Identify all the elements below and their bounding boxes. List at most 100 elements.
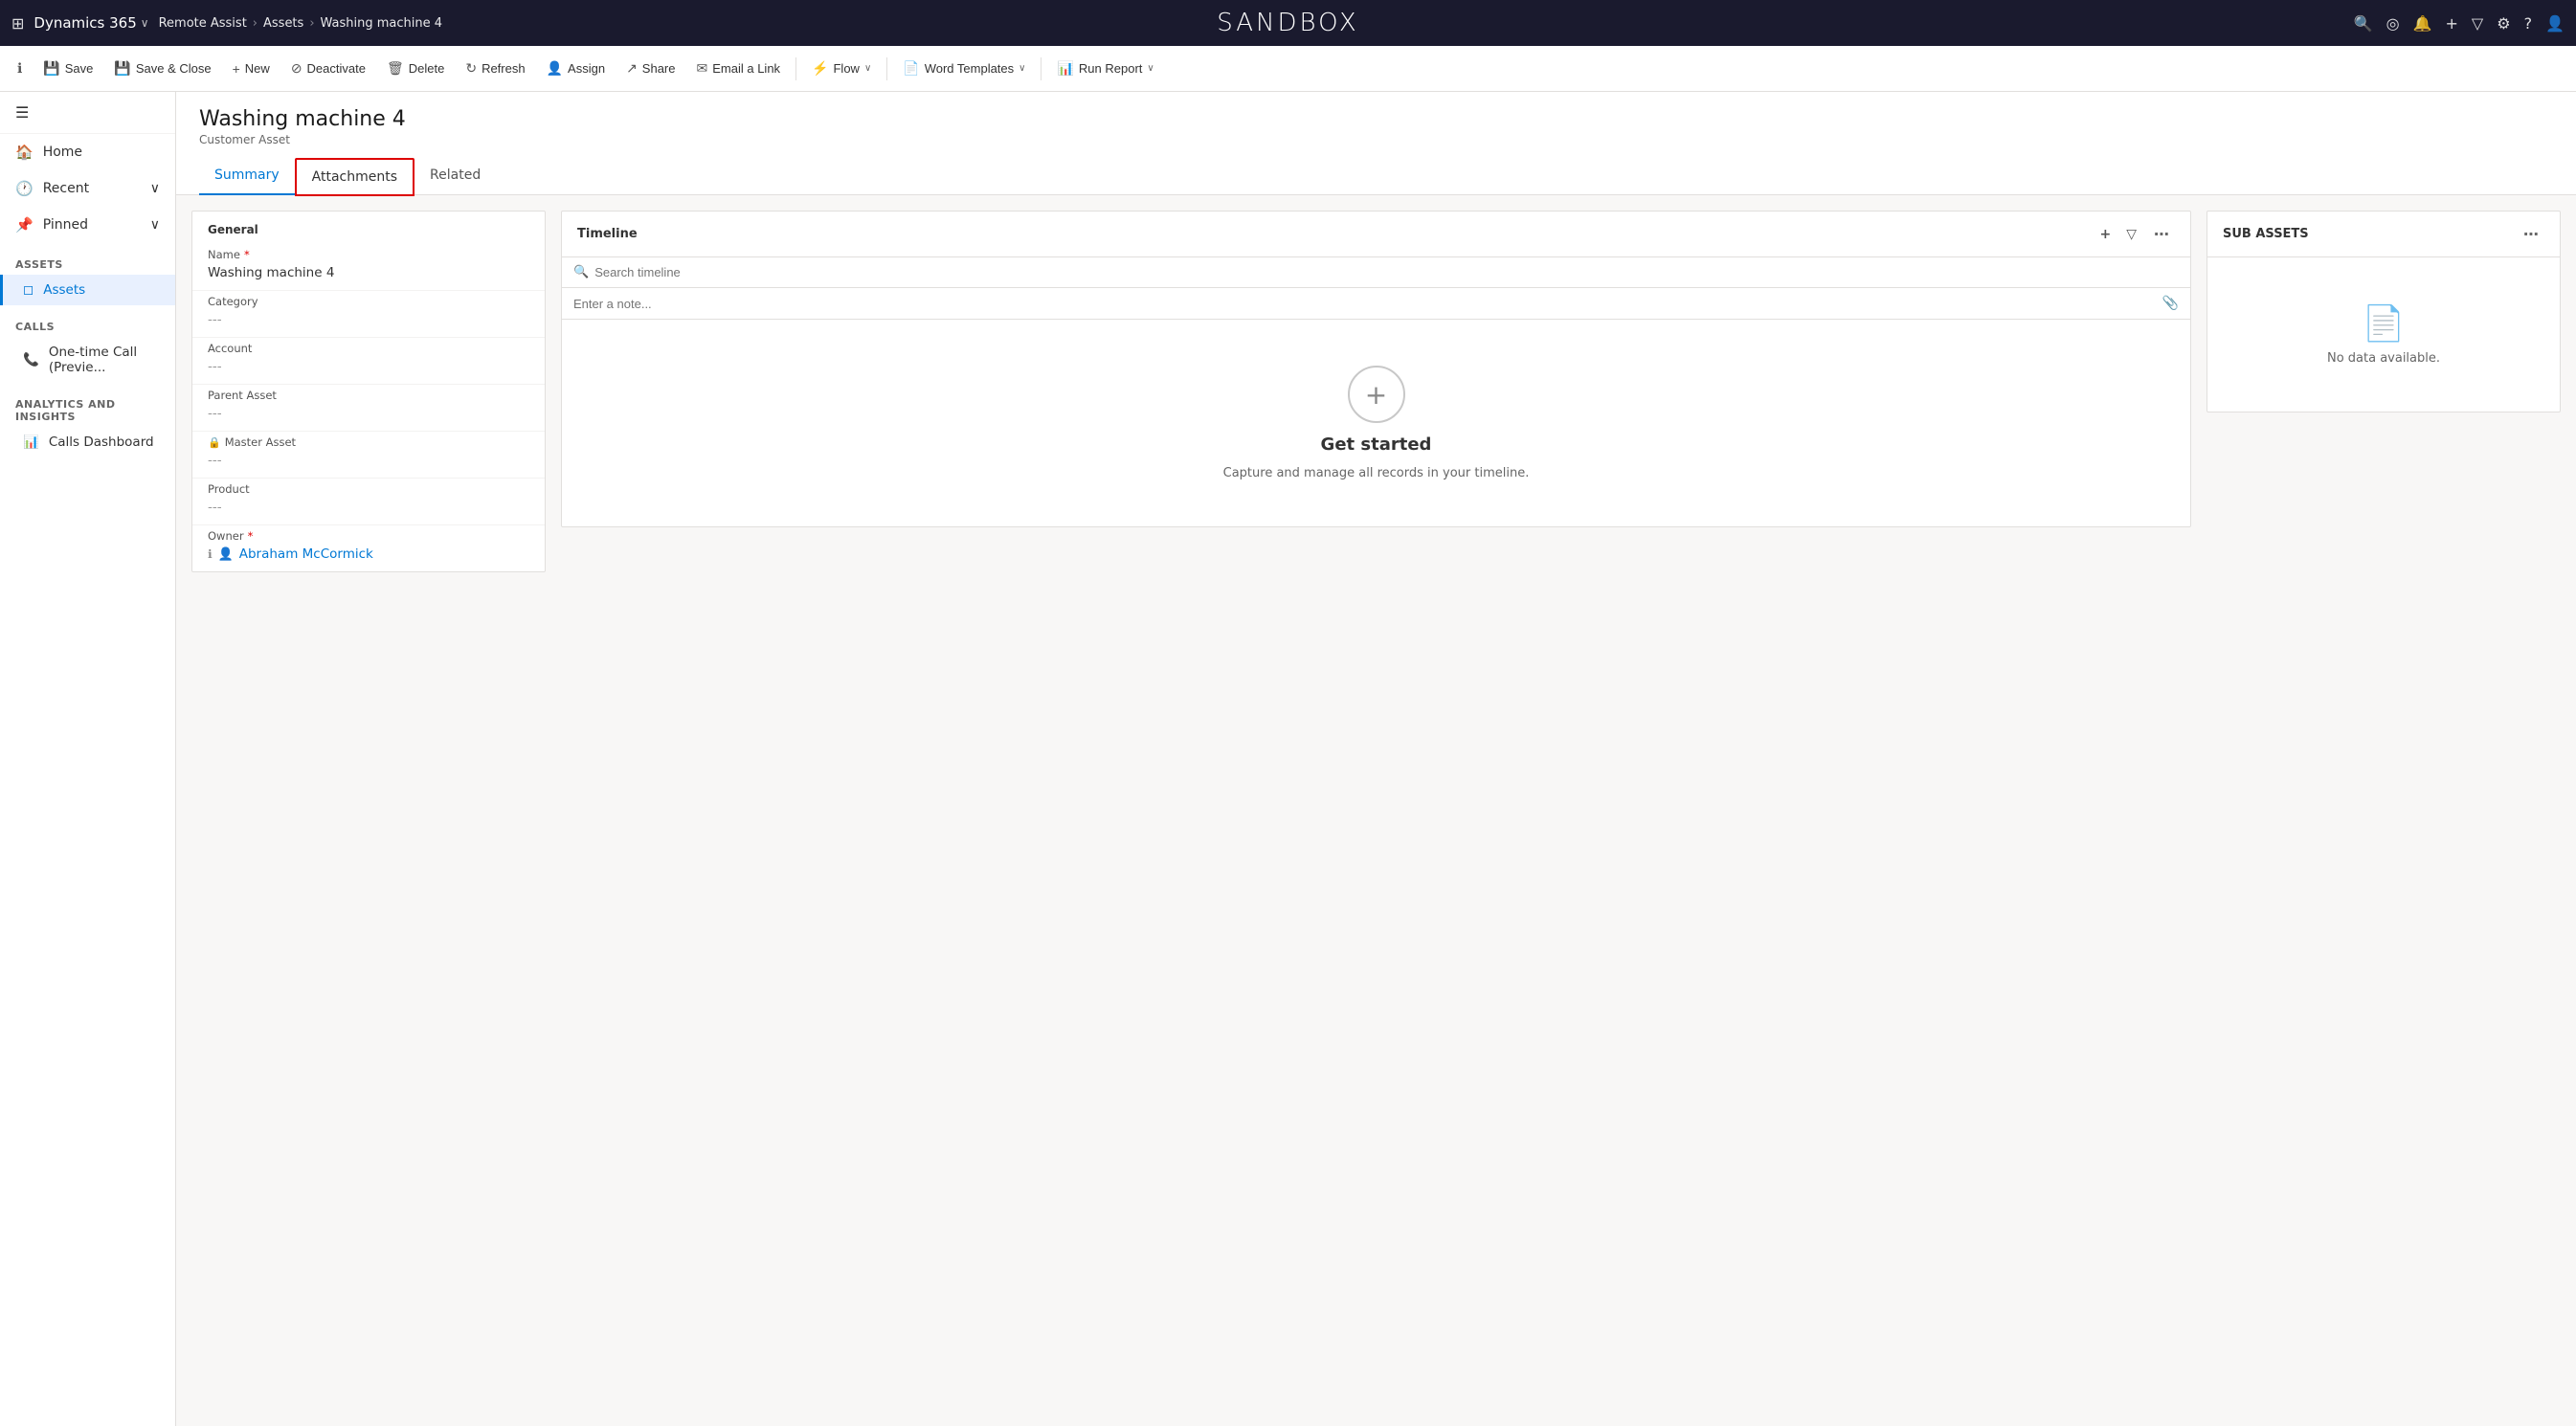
info-button[interactable]: ℹ <box>8 55 32 82</box>
timeline-search-icon: 🔍 <box>573 265 589 279</box>
email-icon: ✉ <box>697 60 708 77</box>
field-value-master-asset[interactable]: --- <box>208 451 529 470</box>
timeline-title: Timeline <box>577 227 638 241</box>
timeline-add-circle[interactable]: + <box>1348 366 1405 423</box>
timeline-add-icon[interactable]: + <box>2095 225 2115 244</box>
refresh-label: Refresh <box>482 61 526 76</box>
subassets-panel-header: SUB ASSETS ⋯ <box>2207 212 2560 257</box>
field-label-parent-asset: Parent Asset <box>208 389 529 402</box>
search-icon[interactable]: 🔍 <box>2354 14 2373 33</box>
field-value-parent-asset[interactable]: --- <box>208 404 529 423</box>
timeline-header-actions: + ▽ ⋯ <box>2095 223 2175 245</box>
refresh-icon: ↻ <box>465 60 477 77</box>
save-icon: 💾 <box>43 60 59 77</box>
field-row-owner: Owner* ℹ 👤 Abraham McCormick <box>192 525 545 571</box>
bell-icon[interactable]: 🔔 <box>2413 14 2432 33</box>
field-label-product: Product <box>208 482 529 496</box>
field-value-name[interactable]: Washing machine 4 <box>208 263 529 282</box>
user-icon[interactable]: 👤 <box>2545 14 2565 33</box>
home-label: Home <box>43 145 82 160</box>
word-templates-label: Word Templates <box>925 61 1014 76</box>
record-subtitle: Customer Asset <box>199 133 2553 146</box>
new-icon: + <box>233 61 240 77</box>
tab-attachments[interactable]: Attachments <box>295 158 414 196</box>
required-star: * <box>244 248 250 261</box>
breadcrumb-app[interactable]: Remote Assist <box>159 16 247 31</box>
delete-icon: 🗑 <box>387 60 404 77</box>
deactivate-icon: ⊘ <box>291 60 302 77</box>
delete-button[interactable]: 🗑 Delete <box>377 55 454 82</box>
timeline-panel-header: Timeline + ▽ ⋯ <box>562 212 2190 257</box>
tab-summary[interactable]: Summary <box>199 158 295 195</box>
pinned-chevron: ∨ <box>150 217 160 233</box>
breadcrumb-assets[interactable]: Assets <box>263 16 303 31</box>
field-row-product: Product --- <box>192 479 545 525</box>
toolbar-divider1 <box>795 57 796 80</box>
subassets-more-icon[interactable]: ⋯ <box>2518 223 2544 245</box>
field-value-product[interactable]: --- <box>208 498 529 517</box>
brand-name[interactable]: Dynamics 365 ∨ <box>34 14 148 32</box>
field-label-master-asset: 🔒 Master Asset <box>208 435 529 449</box>
brand-label: Dynamics 365 <box>34 14 136 32</box>
top-nav: ⊞ Dynamics 365 ∨ Remote Assist › Assets … <box>0 0 2576 46</box>
brand-chevron[interactable]: ∨ <box>141 16 149 30</box>
timeline-search-input[interactable] <box>594 265 2179 279</box>
calls-dashboard-label: Calls Dashboard <box>49 434 154 450</box>
attach-icon[interactable]: 📎 <box>2162 296 2179 311</box>
field-value-category[interactable]: --- <box>208 310 529 329</box>
sidebar-item-recent[interactable]: 🕐 Recent ∨ <box>0 170 175 207</box>
refresh-button[interactable]: ↻ Refresh <box>456 55 534 82</box>
subassets-no-data-icon: 📄 <box>2363 303 2406 344</box>
pinned-icon: 📌 <box>15 216 34 234</box>
sidebar-item-calls-dashboard[interactable]: 📊 Calls Dashboard <box>0 427 175 457</box>
top-nav-left: ⊞ Dynamics 365 ∨ Remote Assist › Assets … <box>11 14 2346 33</box>
share-button[interactable]: ↗ Share <box>616 55 684 82</box>
run-report-icon: 📊 <box>1057 60 1073 77</box>
breadcrumb-sep1: › <box>253 16 258 31</box>
sidebar-item-one-time-call[interactable]: 📞 One-time Call (Previe... <box>0 337 175 383</box>
main-content: Washing machine 4 Customer Asset Summary… <box>176 92 2576 1426</box>
field-label-account: Account <box>208 342 529 355</box>
sidebar-item-home[interactable]: 🏠 Home <box>0 134 175 170</box>
subassets-empty-state: 📄 No data available. <box>2207 257 2560 412</box>
new-button[interactable]: + New <box>223 56 280 82</box>
save-close-button[interactable]: 💾 Save & Close <box>104 55 220 82</box>
help-icon[interactable]: ? <box>2524 14 2533 33</box>
toolbar-divider2 <box>886 57 887 80</box>
gear-icon[interactable]: ⚙ <box>2497 14 2510 33</box>
share-icon: ↗ <box>626 60 638 77</box>
field-row-name: Name* Washing machine 4 <box>192 244 545 291</box>
toolbar: ℹ 💾 Save 💾 Save & Close + New ⊘ Deactiva… <box>0 46 2576 92</box>
run-report-button[interactable]: 📊 Run Report ∨ <box>1047 55 1163 82</box>
target-icon[interactable]: ◎ <box>2386 14 2400 33</box>
apps-grid-icon[interactable]: ⊞ <box>11 14 24 33</box>
email-link-button[interactable]: ✉ Email a Link <box>687 55 791 82</box>
field-value-owner[interactable]: Abraham McCormick <box>239 545 373 564</box>
add-icon[interactable]: + <box>2446 14 2458 33</box>
dashboard-icon: 📊 <box>23 434 39 450</box>
timeline-more-icon[interactable]: ⋯ <box>2148 223 2175 245</box>
assets-label: Assets <box>43 282 85 298</box>
filter-icon[interactable]: ▽ <box>2472 14 2483 33</box>
field-label-category: Category <box>208 295 529 308</box>
timeline-get-started-caption: Capture and manage all records in your t… <box>1223 466 1530 480</box>
flow-button[interactable]: ⚡ Flow ∨ <box>802 55 881 82</box>
email-link-label: Email a Link <box>712 61 780 76</box>
field-value-account[interactable]: --- <box>208 357 529 376</box>
timeline-note-input[interactable] <box>573 297 2162 311</box>
sidebar-hamburger[interactable]: ☰ <box>0 92 175 134</box>
delete-label: Delete <box>409 61 445 76</box>
save-button[interactable]: 💾 Save <box>34 55 102 82</box>
sidebar-item-pinned[interactable]: 📌 Pinned ∨ <box>0 207 175 243</box>
timeline-filter-icon[interactable]: ▽ <box>2122 225 2140 244</box>
recent-icon: 🕐 <box>15 180 34 197</box>
assets-section-label: Assets <box>0 243 175 275</box>
field-row-master-asset: 🔒 Master Asset --- <box>192 432 545 479</box>
assign-button[interactable]: 👤 Assign <box>537 55 615 82</box>
deactivate-button[interactable]: ⊘ Deactivate <box>281 55 375 82</box>
panels-row: General Name* Washing machine 4 Category… <box>176 195 2576 588</box>
word-templates-icon: 📄 <box>903 60 919 77</box>
tab-related[interactable]: Related <box>414 158 496 195</box>
word-templates-button[interactable]: 📄 Word Templates ∨ <box>893 55 1035 82</box>
sidebar-item-assets[interactable]: ◻ Assets <box>0 275 175 305</box>
